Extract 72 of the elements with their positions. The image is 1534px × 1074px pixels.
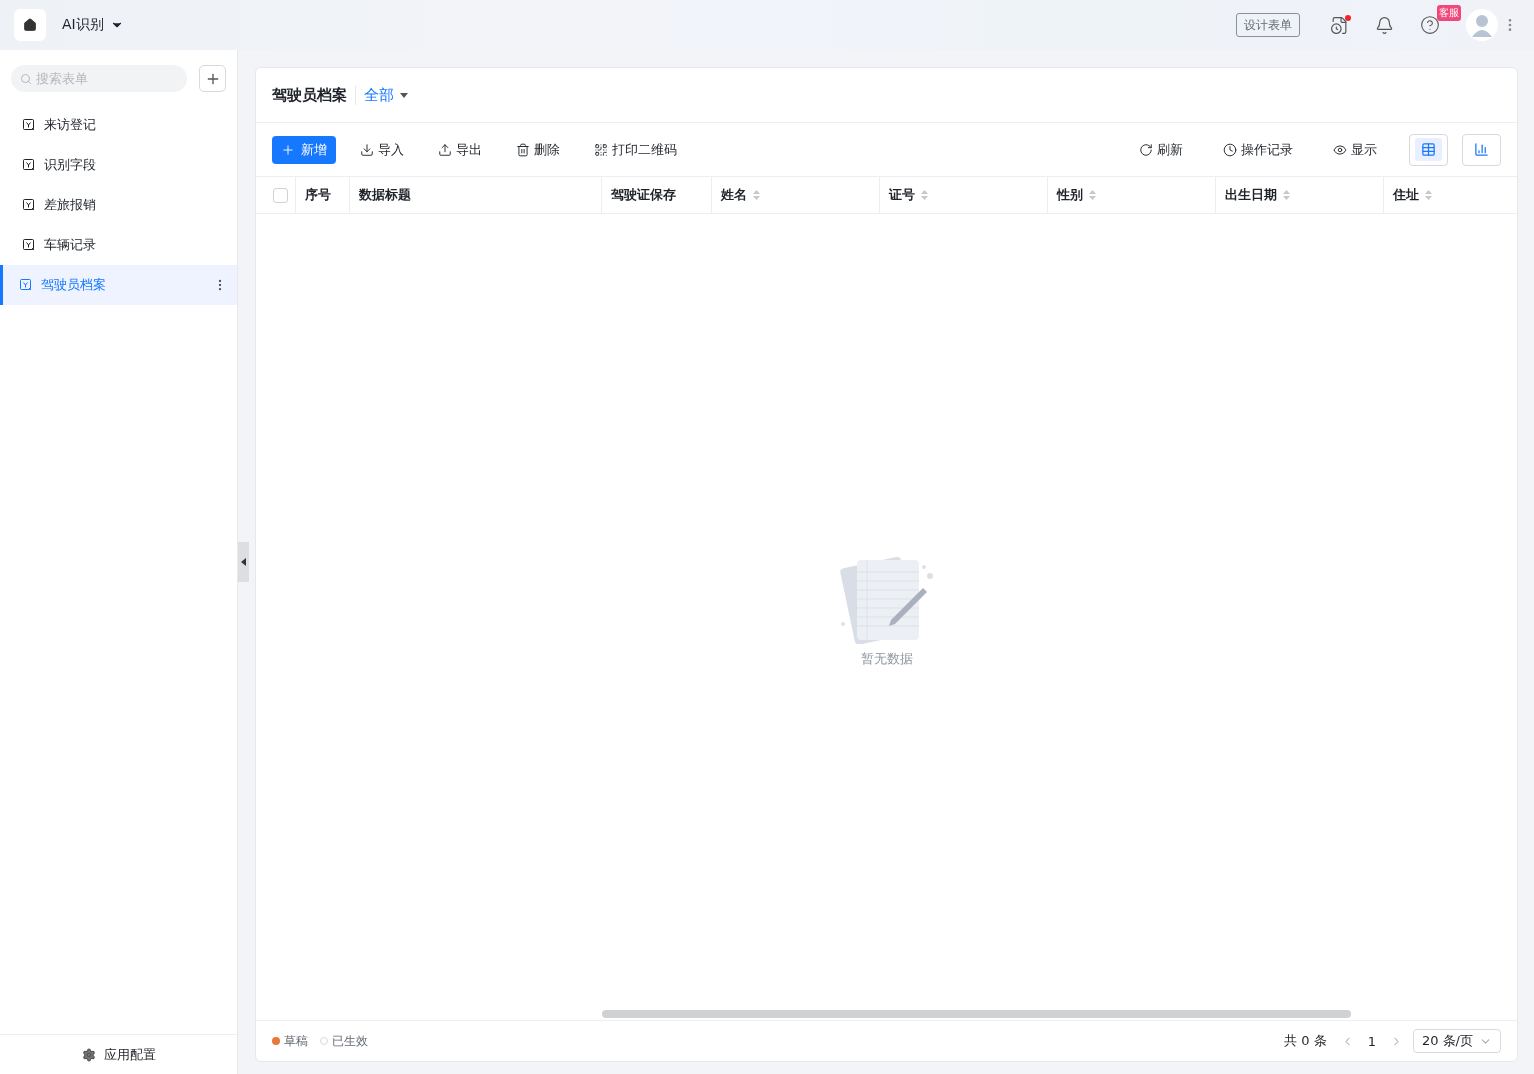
file-clock-icon [1330,15,1349,35]
sidebar-item-label: 驾驶员档案 [41,276,107,294]
horizontal-scrollbar[interactable] [602,1010,1351,1018]
view-selector[interactable]: 全部 [364,85,408,105]
import-button[interactable]: 导入 [352,135,412,164]
trash-icon [516,142,530,157]
qr-code-icon [594,142,608,157]
home-icon [23,18,37,32]
sidebar-item[interactable]: 驾驶员档案 [0,265,237,305]
plus-icon [281,142,295,157]
column-header[interactable]: 序号 [295,177,349,213]
status-legend: 已生效 [320,1032,368,1050]
notifications-button[interactable] [1375,15,1394,35]
column-header[interactable]: 驾驶证保存 [601,177,711,213]
sidebar-item-label: 识别字段 [44,156,97,174]
form-icon [23,119,35,131]
column-header[interactable]: 出生日期 [1215,177,1383,213]
form-icon [23,159,35,171]
page-title: 驾驶员档案 [272,85,356,105]
bar-chart-icon [1474,142,1489,157]
clock-icon [1223,142,1237,157]
page-size-select[interactable]: 20 条/页 [1412,1029,1501,1053]
person-silhouette-icon [1472,13,1492,37]
chart-view-button[interactable] [1462,133,1501,166]
settings-icon [81,1047,96,1062]
search-icon [20,73,32,85]
sidebar-item-label: 车辆记录 [44,236,97,254]
bell-icon [1375,15,1394,35]
column-header[interactable]: 性别 [1047,177,1215,213]
app-switcher[interactable]: AI识别 [62,16,124,34]
records-button[interactable] [1330,15,1349,35]
form-icon [20,279,32,291]
status-legend: 草稿 [272,1032,308,1050]
delete-button[interactable]: 删除 [508,135,568,164]
column-header[interactable]: 姓名 [711,177,879,213]
help-button[interactable] [1420,15,1440,35]
export-button[interactable]: 导出 [430,135,490,164]
history-button[interactable]: 操作记录 [1215,135,1301,164]
sidebar-item-label: 差旅报销 [44,196,97,214]
form-icon [23,239,35,251]
refresh-icon [1139,142,1153,157]
search-field[interactable]: 搜索表单 [11,65,187,92]
empty-message: 暂无数据 [860,650,913,668]
sidebar-item[interactable]: 识别字段 [0,145,237,185]
table-icon [1421,142,1436,157]
column-header[interactable]: 证号 [879,177,1047,213]
sidebar-item[interactable]: 车辆记录 [0,225,237,265]
display-button[interactable]: 显示 [1325,135,1385,164]
column-header[interactable]: 数据标题 [349,177,601,213]
collapse-handle[interactable] [238,542,249,582]
column-header[interactable]: 住址 [1383,177,1517,213]
refresh-button[interactable]: 刷新 [1131,135,1191,164]
download-icon [360,142,374,157]
sidebar-item[interactable]: 来访登记 [0,105,237,145]
home-button[interactable] [14,9,46,41]
current-page[interactable]: 1 [1367,1033,1376,1049]
caret-icon [400,92,408,98]
help-icon [1420,15,1440,35]
total-count: 共 0 条 [1284,1032,1327,1050]
caret-left-icon [241,558,246,566]
table-view-button[interactable] [1409,133,1448,166]
design-form-button[interactable]: 设计表单 [1236,13,1300,37]
add-form-button[interactable] [199,65,226,92]
service-badge[interactable]: 客服 [1437,5,1461,21]
add-button[interactable]: 新增 [272,135,336,164]
eye-icon [1333,142,1347,157]
form-icon [23,199,35,211]
sidebar-item-label: 来访登记 [44,116,97,134]
select-all-checkbox[interactable] [272,187,288,203]
sidebar-item[interactable]: 差旅报销 [0,185,237,225]
print-qr-button[interactable]: 打印二维码 [586,135,685,164]
upload-icon [438,142,452,157]
